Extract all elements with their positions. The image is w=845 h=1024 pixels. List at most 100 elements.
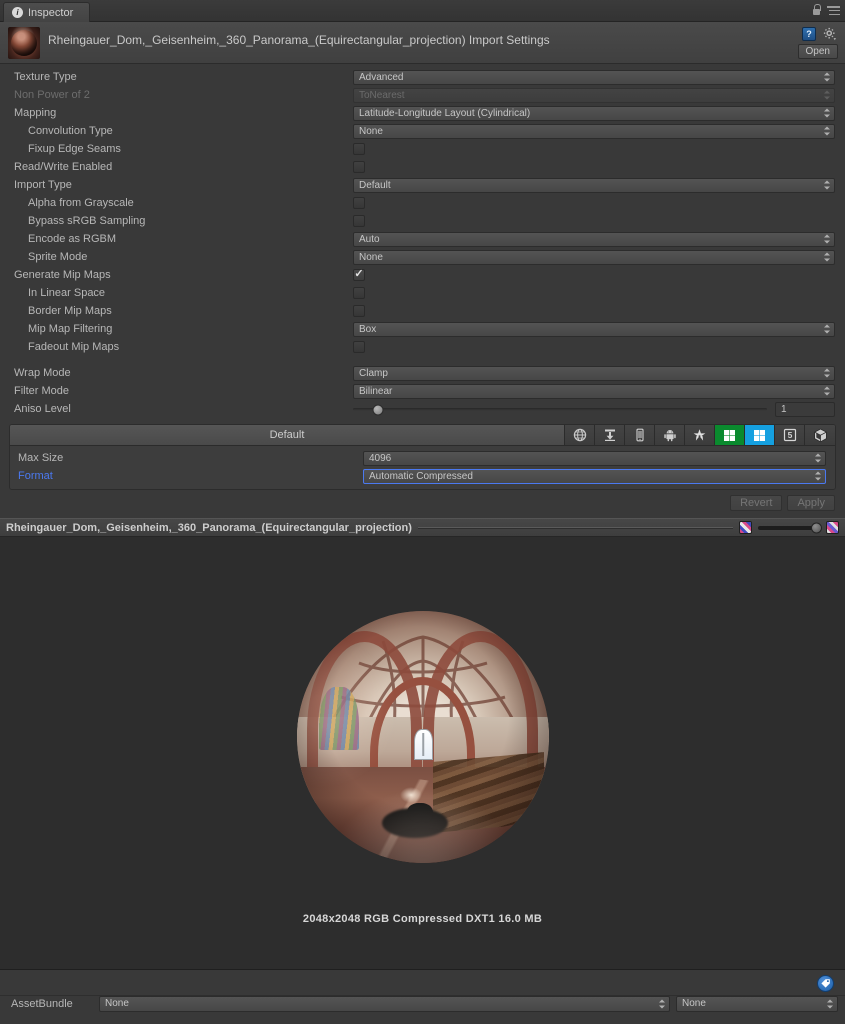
checker-swatch-icon-right[interactable] <box>826 521 839 534</box>
import-type-dropdown[interactable]: Default <box>353 177 835 193</box>
chevron-updown-icon <box>815 453 821 464</box>
chevron-updown-icon <box>824 386 830 397</box>
platform-tab-default[interactable]: Default <box>10 425 565 445</box>
revert-apply-group: Revert Apply <box>0 490 845 511</box>
property-row-in-linear-space: In Linear Space <box>0 284 845 302</box>
hamburger-menu-icon[interactable] <box>827 5 840 15</box>
sphere-vignette <box>296 611 549 863</box>
property-row-non-power-of-2: Non Power of 2 ToNearest <box>0 86 845 104</box>
generate-mip-maps-checkbox[interactable] <box>353 269 365 281</box>
encode-as-rgbm-value: Auto <box>359 233 380 245</box>
tizen-icon[interactable] <box>685 425 715 445</box>
fixup-edge-seams-checkbox[interactable] <box>353 143 365 155</box>
standalone-download-icon[interactable] <box>595 425 625 445</box>
preview-header: Rheingauer_Dom,_Geisenheim,_360_Panorama… <box>0 518 845 537</box>
sprite-mode-label: Sprite Mode <box>28 251 88 263</box>
property-row-generate-mip-maps: Generate Mip Maps <box>0 266 845 284</box>
property-row-mapping: Mapping Latitude-Longitude Layout (Cylind… <box>0 104 845 122</box>
property-row-convolution-type: Convolution Type None <box>0 122 845 140</box>
aniso-level-value-field[interactable]: 1 <box>775 401 835 417</box>
wrap-mode-label: Wrap Mode <box>14 367 71 379</box>
property-row-wrap-mode: Wrap Mode Clamp <box>0 364 845 382</box>
import-type-value: Default <box>359 179 391 191</box>
read-write-enabled-checkbox[interactable] <box>353 161 365 173</box>
android-icon[interactable] <box>655 425 685 445</box>
mapping-value: Latitude-Longitude Layout (Cylindrical) <box>359 107 531 119</box>
property-row-encode-as-rgbm: Encode as RGBM Auto <box>0 230 845 248</box>
texture-preview-area[interactable]: 2048x2048 RGB Compressed DXT1 16.0 MB <box>0 537 845 970</box>
preview-title: Rheingauer_Dom,_Geisenheim,_360_Panorama… <box>6 521 412 534</box>
chevron-updown-icon <box>827 998 833 1009</box>
mip-map-filtering-dropdown[interactable]: Box <box>353 321 835 337</box>
tab-inspector-label: Inspector <box>28 6 74 19</box>
asset-bundle-name-dropdown[interactable]: None <box>99 995 670 1012</box>
border-mip-maps-checkbox[interactable] <box>353 305 365 317</box>
html5-icon[interactable]: 5 <box>775 425 805 445</box>
alpha-from-grayscale-checkbox[interactable] <box>353 197 365 209</box>
import-settings-list: Texture Type Advanced Non Power of 2 ToNear… <box>0 64 845 400</box>
mip-level-slider-handle[interactable] <box>811 522 822 533</box>
read-write-enabled-label: Read/Write Enabled <box>14 161 113 173</box>
revert-button[interactable]: Revert <box>730 495 783 511</box>
sprite-mode-dropdown[interactable]: None <box>353 249 835 265</box>
texture-thumbnail <box>8 27 40 59</box>
page-title: Rheingauer_Dom,_Geisenheim,_360_Panorama… <box>48 33 550 47</box>
filter-mode-value: Bilinear <box>359 385 393 397</box>
format-dropdown[interactable]: Automatic Compressed <box>363 468 826 484</box>
in-linear-space-checkbox[interactable] <box>353 287 365 299</box>
svg-text:5: 5 <box>787 430 792 440</box>
max-size-label: Max Size <box>18 452 64 464</box>
windows-store-icon[interactable] <box>715 425 745 445</box>
book-help-icon[interactable]: ? <box>802 27 816 41</box>
mip-map-filtering-label: Mip Map Filtering <box>28 323 113 335</box>
texture-type-value: Advanced <box>359 71 404 83</box>
webgl-box-icon[interactable] <box>805 425 835 445</box>
apply-button[interactable]: Apply <box>787 495 835 511</box>
mip-level-slider[interactable] <box>758 522 822 533</box>
max-size-dropdown[interactable]: 4096 <box>363 450 826 466</box>
web-globe-icon[interactable] <box>565 425 595 445</box>
asset-bundle-label: AssetBundle <box>11 997 73 1010</box>
fadeout-mip-maps-label: Fadeout Mip Maps <box>28 341 120 353</box>
generate-mip-maps-label: Generate Mip Maps <box>14 269 111 281</box>
non-power-of-2-dropdown: ToNearest <box>353 87 835 103</box>
property-row-read-write-enabled: Read/Write Enabled <box>0 158 845 176</box>
import-type-label: Import Type <box>14 179 72 191</box>
property-row-sprite-mode: Sprite Mode None <box>0 248 845 266</box>
filter-mode-dropdown[interactable]: Bilinear <box>353 383 835 399</box>
preview-header-rule <box>417 526 733 529</box>
convolution-type-dropdown[interactable]: None <box>353 123 835 139</box>
asset-bundle-variant-dropdown[interactable]: None <box>676 995 838 1012</box>
mip-map-filtering-value: Box <box>359 323 377 335</box>
property-row-fixup-edge-seams: Fixup Edge Seams <box>0 140 845 158</box>
inspector-window: i Inspector Rheingauer_Dom,_Geisenheim,_… <box>0 0 845 1024</box>
windows-phone-icon[interactable] <box>745 425 775 445</box>
texture-info-text: 2048x2048 RGB Compressed DXT1 16.0 MB <box>302 913 543 925</box>
encode-as-rgbm-label: Encode as RGBM <box>28 233 117 245</box>
open-button[interactable]: Open <box>797 44 838 59</box>
property-row-fadeout-mip-maps: Fadeout Mip Maps <box>0 338 845 356</box>
mapping-dropdown[interactable]: Latitude-Longitude Layout (Cylindrical) <box>353 105 835 121</box>
wrap-mode-dropdown[interactable]: Clamp <box>353 365 835 381</box>
lock-icon[interactable] <box>812 4 821 16</box>
chevron-updown-icon <box>824 72 830 83</box>
property-row-border-mip-maps: Border Mip Maps <box>0 302 845 320</box>
fadeout-mip-maps-checkbox[interactable] <box>353 341 365 353</box>
sphere-scene <box>296 611 549 863</box>
chevron-updown-icon <box>824 126 830 137</box>
texture-type-dropdown[interactable]: Advanced <box>353 69 835 85</box>
ios-device-icon[interactable] <box>625 425 655 445</box>
platform-tab-strip: Default 5 <box>10 425 835 446</box>
aniso-level-slider-handle[interactable] <box>372 404 384 415</box>
tab-bar-controls <box>812 4 840 16</box>
encode-as-rgbm-dropdown[interactable]: Auto <box>353 231 835 247</box>
asset-label-tag-icon[interactable] <box>817 975 834 992</box>
tab-inspector[interactable]: i Inspector <box>3 2 91 22</box>
gear-icon[interactable] <box>823 27 837 41</box>
checker-swatch-icon-left[interactable] <box>739 521 752 534</box>
bypass-srgb-sampling-label: Bypass sRGB Sampling <box>28 215 146 227</box>
property-row-mip-map-filtering: Mip Map Filtering Box <box>0 320 845 338</box>
property-row-import-type: Import Type Default <box>0 176 845 194</box>
bypass-srgb-sampling-checkbox[interactable] <box>353 215 365 227</box>
aniso-level-slider[interactable] <box>353 404 767 415</box>
